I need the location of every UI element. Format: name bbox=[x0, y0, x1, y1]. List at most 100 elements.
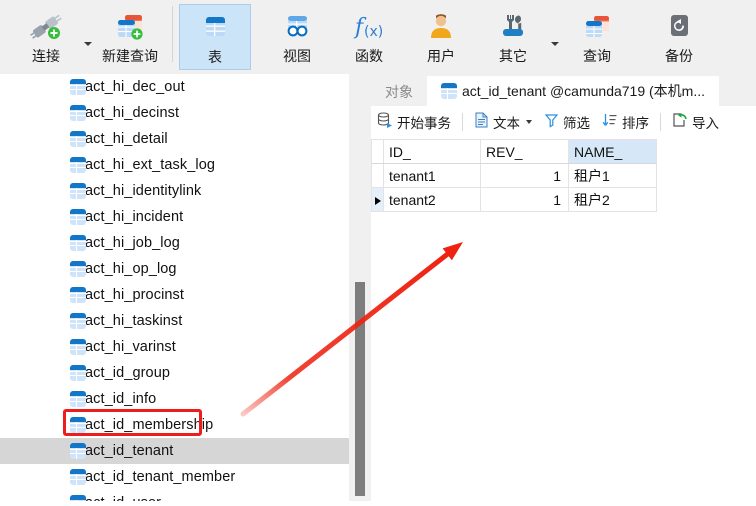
table-icon bbox=[70, 261, 86, 277]
ribbon-label: 其它 bbox=[499, 48, 527, 64]
ribbon-label: 函数 bbox=[355, 48, 383, 64]
new-query-icon bbox=[112, 7, 148, 47]
begin-transaction-button[interactable]: 开始事务 bbox=[371, 109, 457, 135]
tree-item-act-hi-job-log[interactable]: act_hi_job_log bbox=[0, 230, 349, 256]
table-icon bbox=[197, 8, 233, 48]
filter-button[interactable]: 筛选 bbox=[538, 109, 596, 135]
ribbon-button-view[interactable]: 视图 bbox=[261, 4, 333, 70]
table-icon bbox=[70, 469, 86, 485]
tab-objects[interactable]: 对象 bbox=[371, 78, 427, 106]
toolbar-separator-2 bbox=[660, 113, 661, 131]
column-header-name[interactable]: NAME_ bbox=[568, 139, 657, 164]
cell-name[interactable]: 租户1 bbox=[568, 163, 657, 188]
cell-id[interactable]: tenant1 bbox=[383, 163, 481, 188]
ribbon-label: 视图 bbox=[283, 48, 311, 64]
query-icon bbox=[579, 7, 615, 47]
ribbon-label: 查询 bbox=[583, 48, 611, 64]
tab-bar: 对象 act_id_tenant @camunda719 (本机m... bbox=[371, 74, 756, 106]
tree-item-label: act_id_tenant_member bbox=[85, 469, 236, 485]
toolbar-label: 排序 bbox=[622, 116, 649, 131]
table-list: act_hi_dec_out act_hi_decinst act_hi_detai… bbox=[0, 74, 349, 501]
table-icon bbox=[70, 183, 86, 199]
cell-rev[interactable]: 1 bbox=[480, 163, 569, 188]
tree-item-act-hi-varinst[interactable]: act_hi_varinst bbox=[0, 334, 349, 360]
row-header-corner bbox=[371, 139, 384, 164]
ribbon-button-user[interactable]: 用户 bbox=[405, 4, 477, 70]
grid-toolbar: 开始事务 文本 筛选 排序 导入 bbox=[371, 106, 756, 138]
table-icon bbox=[70, 365, 86, 381]
column-header-id[interactable]: ID_ bbox=[383, 139, 481, 164]
ribbon-label: 连接 bbox=[32, 48, 60, 64]
tree-item-act-hi-ext-task-log[interactable]: act_hi_ext_task_log bbox=[0, 152, 349, 178]
table-icon bbox=[70, 495, 86, 501]
table-icon bbox=[70, 79, 86, 95]
tree-scrollbar-thumb[interactable] bbox=[355, 282, 365, 496]
table-icon bbox=[70, 105, 86, 121]
tree-item-act-id-info[interactable]: act_id_info bbox=[0, 386, 349, 412]
table-icon bbox=[70, 157, 86, 173]
cell-rev[interactable]: 1 bbox=[480, 187, 569, 212]
tree-item-act-hi-taskinst[interactable]: act_hi_taskinst bbox=[0, 308, 349, 334]
ribbon-button-connect[interactable]: 连接 bbox=[10, 4, 82, 70]
tree-item-act-id-tenant-member[interactable]: act_id_tenant_member bbox=[0, 464, 349, 490]
tree-item-act-hi-op-log[interactable]: act_hi_op_log bbox=[0, 256, 349, 282]
ribbon-label: 备份 bbox=[665, 48, 693, 64]
column-header-rev[interactable]: REV_ bbox=[480, 139, 569, 164]
cell-id[interactable]: tenant2 bbox=[383, 187, 481, 212]
row-indicator-current[interactable] bbox=[371, 187, 384, 212]
sort-button[interactable]: 排序 bbox=[596, 109, 655, 135]
ribbon-label: 表 bbox=[208, 49, 222, 65]
app-window: 连接 新建查询 表 视图 f (x) 函数 用户 其它 查询 备份 act_hi… bbox=[0, 0, 756, 501]
tree-item-act-id-user[interactable]: act_id_user bbox=[0, 490, 349, 501]
tree-item-act-hi-detail[interactable]: act_hi_detail bbox=[0, 126, 349, 152]
tree-item-act-id-tenant[interactable]: act_id_tenant bbox=[0, 438, 349, 464]
tree-item-act-hi-identitylink[interactable]: act_hi_identitylink bbox=[0, 178, 349, 204]
ribbon-button-query[interactable]: 查询 bbox=[561, 4, 633, 70]
filter-funnel-icon bbox=[544, 112, 559, 133]
text-document-icon bbox=[474, 112, 489, 133]
data-grid[interactable]: ID_ REV_ NAME_ tenant1 1 租户1 tenant2 1 租… bbox=[371, 139, 657, 212]
table-icon bbox=[70, 131, 86, 147]
ribbon-button-others[interactable]: 其它 bbox=[477, 4, 549, 70]
table-icon bbox=[70, 417, 86, 433]
table-row[interactable]: tenant1 1 租户1 bbox=[371, 163, 657, 188]
ribbon-toolbar: 连接 新建查询 表 视图 f (x) 函数 用户 其它 查询 备份 bbox=[0, 0, 756, 75]
cell-name[interactable]: 租户2 bbox=[568, 187, 657, 212]
object-tree-panel[interactable]: act_hi_dec_out act_hi_decinst act_hi_detai… bbox=[0, 74, 349, 501]
connect-plug-icon bbox=[28, 7, 64, 47]
tab-label: 对象 bbox=[385, 84, 413, 100]
row-indicator[interactable] bbox=[371, 163, 384, 188]
tree-item-act-hi-incident[interactable]: act_hi_incident bbox=[0, 204, 349, 230]
others-dropdown-caret[interactable] bbox=[549, 4, 561, 70]
tree-item-act-hi-dec-out[interactable]: act_hi_dec_out bbox=[0, 74, 349, 100]
svg-text:(x): (x) bbox=[364, 24, 383, 40]
grid-header: ID_ REV_ NAME_ bbox=[371, 139, 657, 164]
tree-item-act-id-group[interactable]: act_id_group bbox=[0, 360, 349, 386]
tree-item-act-hi-procinst[interactable]: act_hi_procinst bbox=[0, 282, 349, 308]
tree-item-act-hi-decinst[interactable]: act_hi_decinst bbox=[0, 100, 349, 126]
table-icon bbox=[70, 209, 86, 225]
ribbon-button-new-query[interactable]: 新建查询 bbox=[94, 4, 166, 70]
import-button[interactable]: 导入 bbox=[666, 109, 725, 135]
view-icon bbox=[279, 7, 315, 47]
ribbon-button-backup[interactable]: 备份 bbox=[643, 4, 715, 70]
connect-dropdown-caret[interactable] bbox=[82, 4, 94, 70]
grid-body: tenant1 1 租户1 tenant2 1 租户2 bbox=[371, 163, 657, 212]
tab-label: act_id_tenant @camunda719 (本机m... bbox=[462, 83, 706, 99]
transaction-icon bbox=[377, 111, 393, 133]
tools-wrench-icon bbox=[495, 7, 531, 47]
table-icon bbox=[70, 313, 86, 329]
tree-item-act-id-membership[interactable]: act_id_membership bbox=[0, 412, 349, 438]
chevron-down-icon[interactable] bbox=[526, 120, 532, 124]
table-icon bbox=[70, 287, 86, 303]
tab-act-id-tenant[interactable]: act_id_tenant @camunda719 (本机m... bbox=[427, 76, 720, 106]
ribbon-button-function[interactable]: f (x) 函数 bbox=[333, 4, 405, 70]
table-icon bbox=[70, 443, 86, 459]
sort-icon bbox=[602, 112, 618, 133]
function-fx-icon: f (x) bbox=[349, 7, 389, 47]
ribbon-button-table[interactable]: 表 bbox=[179, 4, 251, 70]
toolbar-label: 导入 bbox=[692, 116, 719, 131]
ribbon-separator bbox=[172, 6, 173, 62]
table-row[interactable]: tenant2 1 租户2 bbox=[371, 187, 657, 212]
text-view-button[interactable]: 文本 bbox=[468, 109, 538, 135]
